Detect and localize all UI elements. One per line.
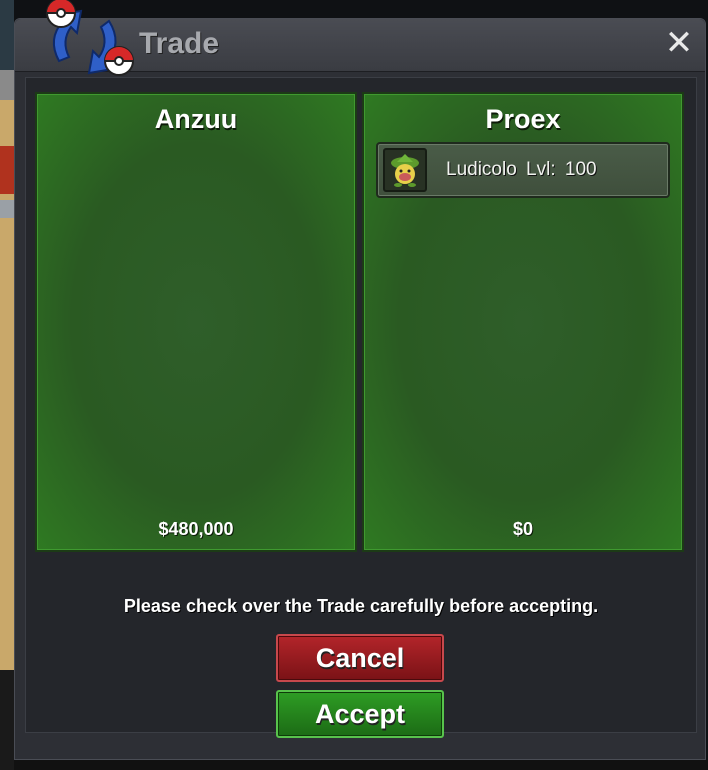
pokeball-icon <box>46 0 76 28</box>
close-button[interactable]: ✕ <box>663 26 695 60</box>
game-background-bottom <box>14 760 708 770</box>
offer-panel-right: Proex Ludicolo Lvl: 100 $0 <box>362 92 684 552</box>
pokeball-icon <box>104 46 134 76</box>
money-right: $0 <box>512 519 534 539</box>
trade-notice: Please check over the Trade carefully be… <box>123 596 599 616</box>
game-background-strip <box>0 0 14 770</box>
window-title: Trade <box>139 27 220 60</box>
offer-panel-left: Anzuu $480,000 <box>35 92 357 552</box>
ludicolo-sprite-icon <box>383 148 427 192</box>
accept-button[interactable]: Accept <box>276 690 444 738</box>
trade-swap-icon <box>46 0 134 76</box>
trade-window: Trade ✕ Anzuu $480,000 Proex Ludicolo Lv… <box>14 0 706 760</box>
player-name-right: Proex <box>485 104 561 134</box>
trade-item[interactable]: Ludicolo Lvl: 100 <box>376 142 670 198</box>
money-left: $480,000 <box>158 519 234 539</box>
trade-item-label: Ludicolo Lvl: 100 <box>446 159 597 180</box>
cancel-button[interactable]: Cancel <box>276 634 444 682</box>
player-name-left: Anzuu <box>154 104 238 134</box>
trade-content: Anzuu $480,000 Proex Ludicolo Lvl: 100 $… <box>25 77 697 738</box>
